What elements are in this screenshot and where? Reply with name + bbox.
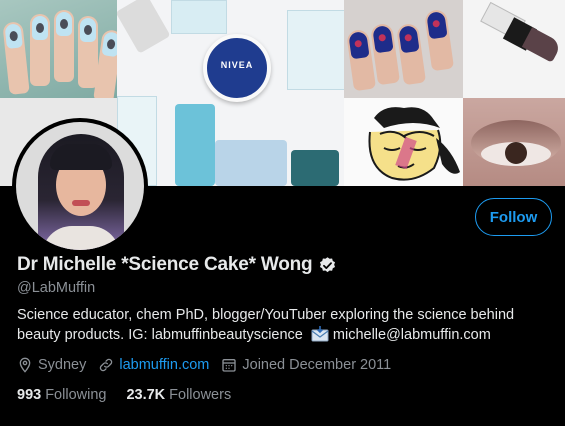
joined-text: Joined December 2011 <box>242 357 392 373</box>
profile-name-row: Dr Michelle *Science Cake* Wong <box>17 254 337 276</box>
website-link[interactable]: labmuffin.com <box>119 357 209 373</box>
followers-count: 23.7K <box>126 387 166 403</box>
banner-nail-art-tile <box>0 0 117 98</box>
banner-lipstick-tile <box>463 0 565 98</box>
following-count: 993 <box>17 387 42 403</box>
calendar-icon <box>222 359 237 372</box>
joined-item: Joined December 2011 <box>221 357 391 373</box>
website-item: labmuffin.com <box>98 357 209 373</box>
profile-handle: @LabMuffin <box>17 280 96 296</box>
location-text: Sydney <box>38 357 87 373</box>
link-icon <box>100 358 113 372</box>
profile-meta: Sydney labmuffin.com Joined December 201… <box>17 357 403 373</box>
follow-button[interactable]: Follow <box>475 198 552 236</box>
followers-label: Followers <box>169 387 232 403</box>
following-label: Following <box>45 387 107 403</box>
profile-avatar[interactable] <box>12 118 148 254</box>
nivea-tin: NIVEA <box>203 34 271 102</box>
location-item: Sydney <box>17 357 86 373</box>
banner-blue-nails-tile <box>344 0 463 98</box>
banner-skincare-products-tile: NIVEA <box>117 0 344 186</box>
following-stat[interactable]: 993 Following <box>17 387 106 403</box>
followers-stat[interactable]: 23.7K Followers <box>126 387 231 403</box>
nivea-label: NIVEA <box>220 60 254 70</box>
banner-eye-makeup-tile <box>463 98 565 186</box>
location-pin-icon <box>19 357 31 373</box>
display-name: Dr Michelle *Science Cake* Wong <box>17 254 313 275</box>
profile-bio: Science educator, chem PhD, blogger/YouT… <box>17 305 552 345</box>
bio-email: michelle@labmuffin.com <box>332 327 491 343</box>
banner-doodle-tile <box>344 98 463 186</box>
envelope-icon <box>311 326 329 342</box>
profile-stats: 993 Following 23.7K Followers <box>17 387 251 403</box>
verified-badge-icon[interactable] <box>318 256 337 275</box>
